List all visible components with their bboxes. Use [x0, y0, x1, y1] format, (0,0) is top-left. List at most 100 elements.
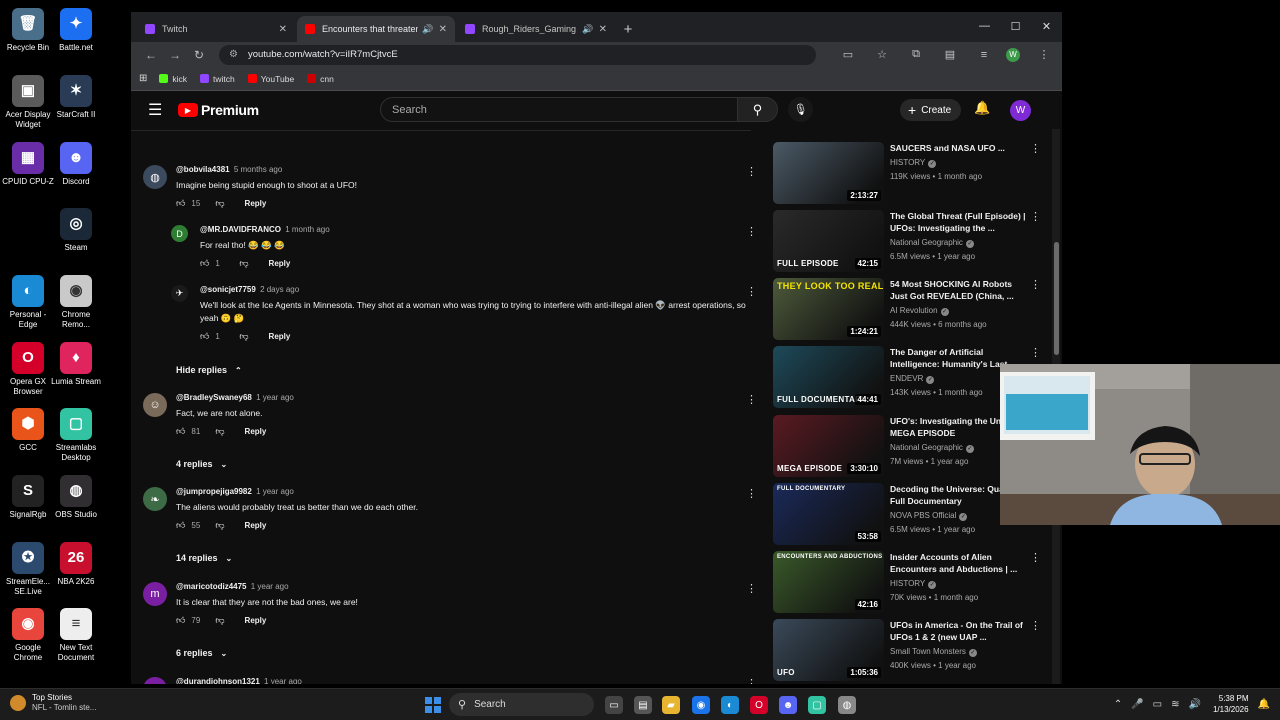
desktop-icon[interactable]: 26 NBA 2K26: [48, 542, 104, 587]
hide-replies-button[interactable]: Hide replies ⌃: [176, 365, 242, 375]
commenter-avatar[interactable]: D: [171, 225, 188, 242]
recommended-video[interactable]: FULL EPISODE 42:15 The Global Threat (Full…: [773, 210, 1043, 272]
folder-icon[interactable]: ▰: [662, 696, 680, 714]
comment-more-icon[interactable]: ⋮: [746, 393, 757, 406]
desktop-icon[interactable]: ✶ StarCraft II: [48, 75, 104, 120]
notifications-bell-icon[interactable]: 🔔: [974, 100, 990, 116]
hamburger-menu-icon[interactable]: ☰: [148, 100, 168, 120]
create-button[interactable]: + Create: [900, 99, 962, 121]
video-thumbnail[interactable]: FULL DOCUMENTARY 53:58: [773, 483, 884, 545]
bookmark-kick[interactable]: kick: [159, 74, 187, 84]
notifications-icon[interactable]: 🔔: [1258, 699, 1270, 710]
commenter-avatar[interactable]: ☺: [143, 393, 167, 417]
commenter-avatar[interactable]: ◍: [143, 165, 167, 189]
maximize-icon[interactable]: ☐: [1000, 12, 1031, 40]
video-more-icon[interactable]: ⋮: [1030, 346, 1041, 359]
clock[interactable]: 5:38 PM 1/13/2026: [1213, 693, 1249, 715]
channel-name[interactable]: ENDEVR: [890, 374, 923, 383]
dislike-icon[interactable]: 👎︎: [239, 331, 248, 342]
chrome-icon[interactable]: ◉: [692, 696, 710, 714]
comment-time[interactable]: 1 year ago: [251, 582, 289, 591]
minimize-icon[interactable]: —: [969, 12, 1000, 40]
comment-time[interactable]: 1 year ago: [264, 677, 302, 684]
desktop-icon[interactable]: ☻ Discord: [48, 142, 104, 187]
desktop-icon[interactable]: ≡ New Text Document: [48, 608, 104, 663]
video-thumbnail[interactable]: MEGA EPISODE 3:30:10: [773, 415, 884, 477]
video-more-icon[interactable]: ⋮: [1030, 619, 1041, 632]
video-thumbnail[interactable]: FULL DOCUMENTARY 44:41: [773, 346, 884, 408]
channel-name[interactable]: NOVA PBS Official: [890, 511, 956, 520]
desktop-icon[interactable]: ✦ Battle.net: [48, 8, 104, 53]
comment-author[interactable]: @maricotodiz4475: [176, 582, 247, 591]
video-thumbnail[interactable]: ENCOUNTERS AND ABDUCTIONS 42:16: [773, 551, 884, 613]
show-hidden-icons-icon[interactable]: ⌃: [1114, 699, 1122, 710]
microphone-tray-icon[interactable]: 🎤: [1131, 699, 1143, 710]
show-replies-button[interactable]: 6 replies ⌄: [176, 648, 227, 658]
desktop-icon[interactable]: ♦ Lumia Stream: [48, 342, 104, 387]
recommended-video[interactable]: UFO 1:05:36 UFOs in America - On the Trail…: [773, 619, 1043, 681]
desktop-icon[interactable]: ▢ Streamlabs Desktop: [48, 408, 104, 463]
video-thumbnail[interactable]: FULL EPISODE 42:15: [773, 210, 884, 272]
new-tab-button[interactable]: +: [617, 16, 639, 42]
video-title[interactable]: SAUCERS and NASA UFO ...: [890, 142, 1030, 154]
commenter-avatar[interactable]: ✈: [171, 285, 188, 302]
dislike-icon[interactable]: 👎︎: [239, 258, 248, 269]
comment-author[interactable]: @MR.DAVIDFRANCO: [200, 225, 281, 234]
scrollbar-thumb[interactable]: [1054, 242, 1059, 355]
reply-button[interactable]: Reply: [245, 427, 267, 436]
comment-time[interactable]: 5 months ago: [234, 165, 282, 174]
opera-gx-icon[interactable]: O: [750, 696, 768, 714]
video-thumbnail[interactable]: 2:13:27: [773, 142, 884, 204]
commenter-avatar[interactable]: ❧: [143, 487, 167, 511]
show-replies-button[interactable]: 4 replies ⌄: [176, 459, 227, 469]
recommended-video[interactable]: THEY LOOK TOO REAL 1:24:21 54 Most SHOCKIN…: [773, 278, 1043, 340]
extensions-icon[interactable]: ⧉: [906, 48, 926, 61]
comment-author[interactable]: @durandjohnson1321: [176, 677, 260, 684]
streamlabs-icon[interactable]: ▢: [808, 696, 826, 714]
bookmark-youtube[interactable]: YouTube: [247, 74, 294, 84]
microphone-icon[interactable]: 🎙: [788, 97, 813, 122]
search-icon[interactable]: ⚲: [738, 97, 778, 122]
video-title[interactable]: UFOs in America - On the Trail of UFOs 1…: [890, 619, 1030, 643]
side-panel-icon[interactable]: ▤: [940, 48, 960, 61]
windows-start-icon[interactable]: [425, 697, 441, 713]
comment-time[interactable]: 1 year ago: [256, 487, 294, 496]
comment-time[interactable]: 2 days ago: [260, 285, 299, 294]
back-icon[interactable]: ←: [139, 48, 163, 62]
bookmark-twitch[interactable]: twitch: [200, 74, 235, 84]
dislike-icon[interactable]: 👎︎: [215, 520, 224, 531]
dislike-icon[interactable]: 👎︎: [215, 198, 224, 209]
comment-author[interactable]: @sonicjet7759: [200, 285, 256, 294]
reload-icon[interactable]: ↻: [187, 48, 211, 62]
task-view-icon[interactable]: ▭: [605, 696, 623, 714]
desktop-icon[interactable]: ◎ Steam: [48, 208, 104, 253]
file-explorer-icon[interactable]: ▤: [634, 696, 652, 714]
apps-icon[interactable]: ⊞: [139, 73, 147, 84]
reply-button[interactable]: Reply: [245, 199, 267, 208]
close-tab-icon[interactable]: ✕: [279, 24, 287, 35]
video-title[interactable]: 54 Most SHOCKING AI Robots Just Got REVE…: [890, 278, 1030, 302]
reply-button[interactable]: Reply: [245, 616, 267, 625]
like-icon[interactable]: 👍︎: [176, 615, 185, 626]
discord-icon[interactable]: ☻: [779, 696, 797, 714]
commenter-avatar[interactable]: m: [143, 582, 167, 606]
like-icon[interactable]: 👍︎: [176, 426, 185, 437]
display-icon[interactable]: ▭: [1153, 699, 1162, 710]
account-avatar[interactable]: W: [1010, 100, 1031, 121]
tab-youtube[interactable]: Encounters that threatened 🔊 ✕: [297, 16, 455, 42]
recommended-video[interactable]: 2:13:27 SAUCERS and NASA UFO ... HISTORY ✓ 1…: [773, 142, 1043, 204]
dislike-icon[interactable]: 👎︎: [215, 615, 224, 626]
bookmark-cnn[interactable]: cnn: [307, 74, 334, 84]
video-thumbnail[interactable]: UFO 1:05:36: [773, 619, 884, 681]
comment-more-icon[interactable]: ⋮: [746, 487, 757, 500]
dislike-icon[interactable]: 👎︎: [215, 426, 224, 437]
desktop-icon[interactable]: ◉ Chrome Remo...: [48, 275, 104, 330]
reply-button[interactable]: Reply: [269, 332, 291, 341]
close-tab-icon[interactable]: ✕: [439, 24, 447, 35]
video-more-icon[interactable]: ⋮: [1030, 142, 1041, 155]
profile-avatar[interactable]: W: [1006, 47, 1020, 62]
video-more-icon[interactable]: ⋮: [1030, 210, 1041, 223]
channel-name[interactable]: National Geographic: [890, 238, 963, 247]
channel-name[interactable]: National Geographic: [890, 443, 963, 452]
comment-more-icon[interactable]: ⋮: [746, 225, 757, 238]
